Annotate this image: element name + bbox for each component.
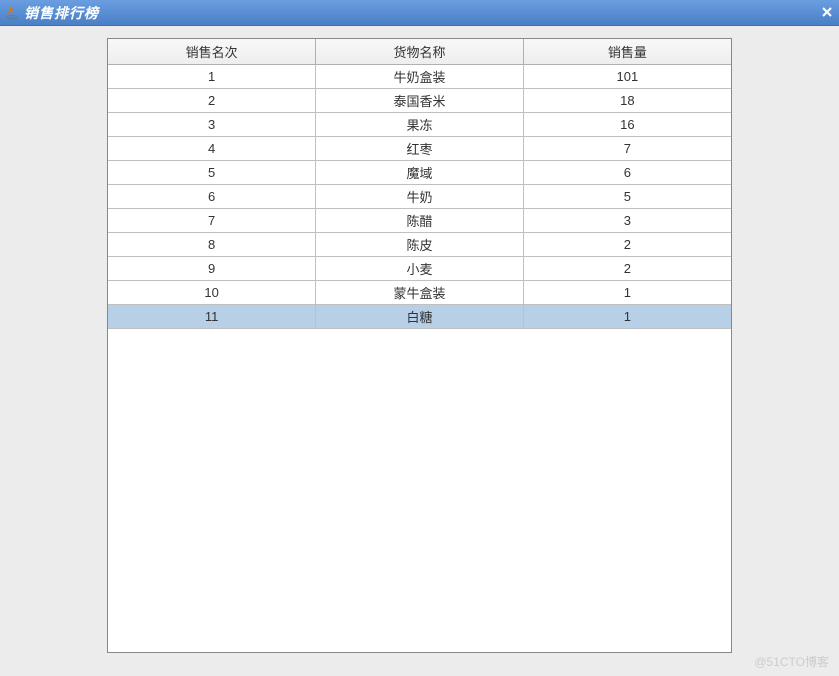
cell-name[interactable]: 小麦 [316,257,524,281]
cell-name[interactable]: 果冻 [316,113,524,137]
close-button[interactable] [817,2,837,22]
java-icon [4,5,20,21]
close-icon [821,6,833,18]
table-row[interactable]: 8陈皮2 [108,233,731,257]
cell-name[interactable]: 陈醋 [316,209,524,233]
table-row[interactable]: 11白糖1 [108,305,731,329]
table-row[interactable]: 4红枣7 [108,137,731,161]
cell-qty[interactable]: 5 [523,185,731,209]
cell-name[interactable]: 牛奶 [316,185,524,209]
cell-rank[interactable]: 10 [108,281,316,305]
cell-qty[interactable]: 6 [523,161,731,185]
table-row[interactable]: 10蒙牛盒装1 [108,281,731,305]
column-header-name[interactable]: 货物名称 [316,39,524,65]
cell-rank[interactable]: 6 [108,185,316,209]
table-row[interactable]: 5魔域6 [108,161,731,185]
cell-rank[interactable]: 5 [108,161,316,185]
cell-qty[interactable]: 2 [523,257,731,281]
table-row[interactable]: 3果冻16 [108,113,731,137]
cell-name[interactable]: 泰国香米 [316,89,524,113]
cell-qty[interactable]: 16 [523,113,731,137]
table-row[interactable]: 2泰国香米18 [108,89,731,113]
table-row[interactable]: 9小麦2 [108,257,731,281]
table-header-row: 销售名次 货物名称 销售量 [108,39,731,65]
content-area: 销售名次 货物名称 销售量 1牛奶盒装1012泰国香米183果冻164红枣75魔… [0,26,839,676]
watermark: @51CTO博客 [754,653,829,670]
table-body: 1牛奶盒装1012泰国香米183果冻164红枣75魔域66牛奶57陈醋38陈皮2… [108,65,731,329]
cell-qty[interactable]: 7 [523,137,731,161]
window-title: 销售排行榜 [24,3,99,23]
cell-name[interactable]: 蒙牛盒装 [316,281,524,305]
cell-qty[interactable]: 18 [523,89,731,113]
cell-qty[interactable]: 2 [523,233,731,257]
cell-rank[interactable]: 9 [108,257,316,281]
cell-rank[interactable]: 4 [108,137,316,161]
cell-rank[interactable]: 3 [108,113,316,137]
table-empty-area[interactable] [108,329,731,653]
table-container: 销售名次 货物名称 销售量 1牛奶盒装1012泰国香米183果冻164红枣75魔… [107,38,732,653]
column-header-rank[interactable]: 销售名次 [108,39,316,65]
column-header-qty[interactable]: 销售量 [523,39,731,65]
cell-qty[interactable]: 1 [523,305,731,329]
cell-name[interactable]: 牛奶盒装 [316,65,524,89]
table-row[interactable]: 6牛奶5 [108,185,731,209]
cell-rank[interactable]: 8 [108,233,316,257]
table-row[interactable]: 1牛奶盒装101 [108,65,731,89]
cell-rank[interactable]: 1 [108,65,316,89]
cell-qty[interactable]: 1 [523,281,731,305]
cell-rank[interactable]: 7 [108,209,316,233]
cell-name[interactable]: 白糖 [316,305,524,329]
cell-name[interactable]: 红枣 [316,137,524,161]
cell-rank[interactable]: 2 [108,89,316,113]
cell-qty[interactable]: 101 [523,65,731,89]
cell-name[interactable]: 魔域 [316,161,524,185]
cell-name[interactable]: 陈皮 [316,233,524,257]
sales-ranking-table[interactable]: 销售名次 货物名称 销售量 1牛奶盒装1012泰国香米183果冻164红枣75魔… [108,39,731,329]
cell-qty[interactable]: 3 [523,209,731,233]
window-title-bar[interactable]: 销售排行榜 [0,0,839,26]
table-row[interactable]: 7陈醋3 [108,209,731,233]
cell-rank[interactable]: 11 [108,305,316,329]
